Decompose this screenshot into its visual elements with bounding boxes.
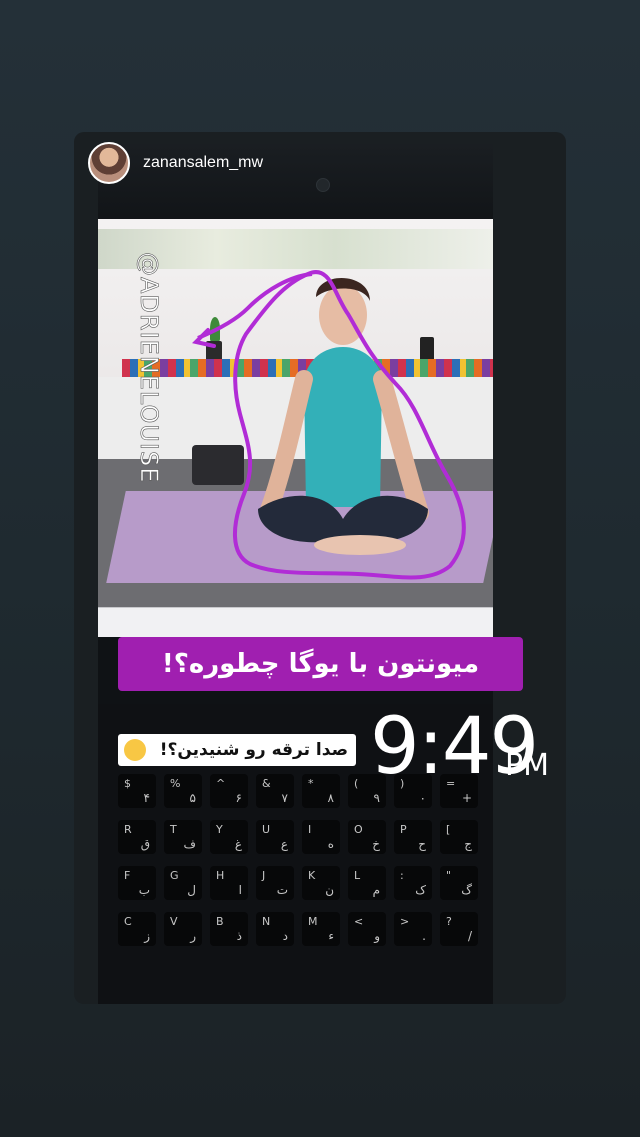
key: Uع — [256, 820, 294, 854]
key: % ۵ — [164, 774, 202, 808]
key: [ج — [440, 820, 478, 854]
story-photo: @ADRIENELOUISE $۴ % ۵ ^ ۶ & ۷ * ۸ (۹ ) ۰ = + R… — [98, 144, 493, 1004]
key: Bذ — [210, 912, 248, 946]
time-ampm: PM — [505, 748, 549, 783]
highlight-scribble — [192, 270, 466, 580]
key: >. — [394, 912, 432, 946]
key: Nد — [256, 912, 294, 946]
key: Cز — [118, 912, 156, 946]
key: Pح — [394, 820, 432, 854]
key: < و — [348, 912, 386, 946]
key: Iه — [302, 820, 340, 854]
key: * ۸ — [302, 774, 340, 808]
key: Yغ — [210, 820, 248, 854]
key: ^ ۶ — [210, 774, 248, 808]
username[interactable]: zanansalem_mw — [143, 154, 263, 172]
key: Fب — [118, 866, 156, 900]
question-sticker: صدا ترقه رو شنیدین؟! — [118, 734, 356, 766]
key: Jت — [256, 866, 294, 900]
key: Lم — [348, 866, 386, 900]
key: Vر — [164, 912, 202, 946]
question-text: صدا ترقه رو شنیدین؟! — [159, 740, 348, 760]
key: :ک — [394, 866, 432, 900]
shocked-face-emoji-icon — [124, 739, 146, 761]
key: $۴ — [118, 774, 156, 808]
key: Mء — [302, 912, 340, 946]
key: ? / — [440, 912, 478, 946]
avatar[interactable] — [88, 142, 130, 184]
caption-text: میونتون با یوگا چطوره؟! — [118, 637, 523, 691]
key: & ۷ — [256, 774, 294, 808]
key: " گ — [440, 866, 478, 900]
key: Hا — [210, 866, 248, 900]
key: Tف — [164, 820, 202, 854]
key: Gل — [164, 866, 202, 900]
story-card: @ADRIENELOUISE $۴ % ۵ ^ ۶ & ۷ * ۸ (۹ ) ۰ = + R… — [74, 132, 566, 1004]
key: Kن — [302, 866, 340, 900]
key: Rق — [118, 820, 156, 854]
key: Oخ — [348, 820, 386, 854]
